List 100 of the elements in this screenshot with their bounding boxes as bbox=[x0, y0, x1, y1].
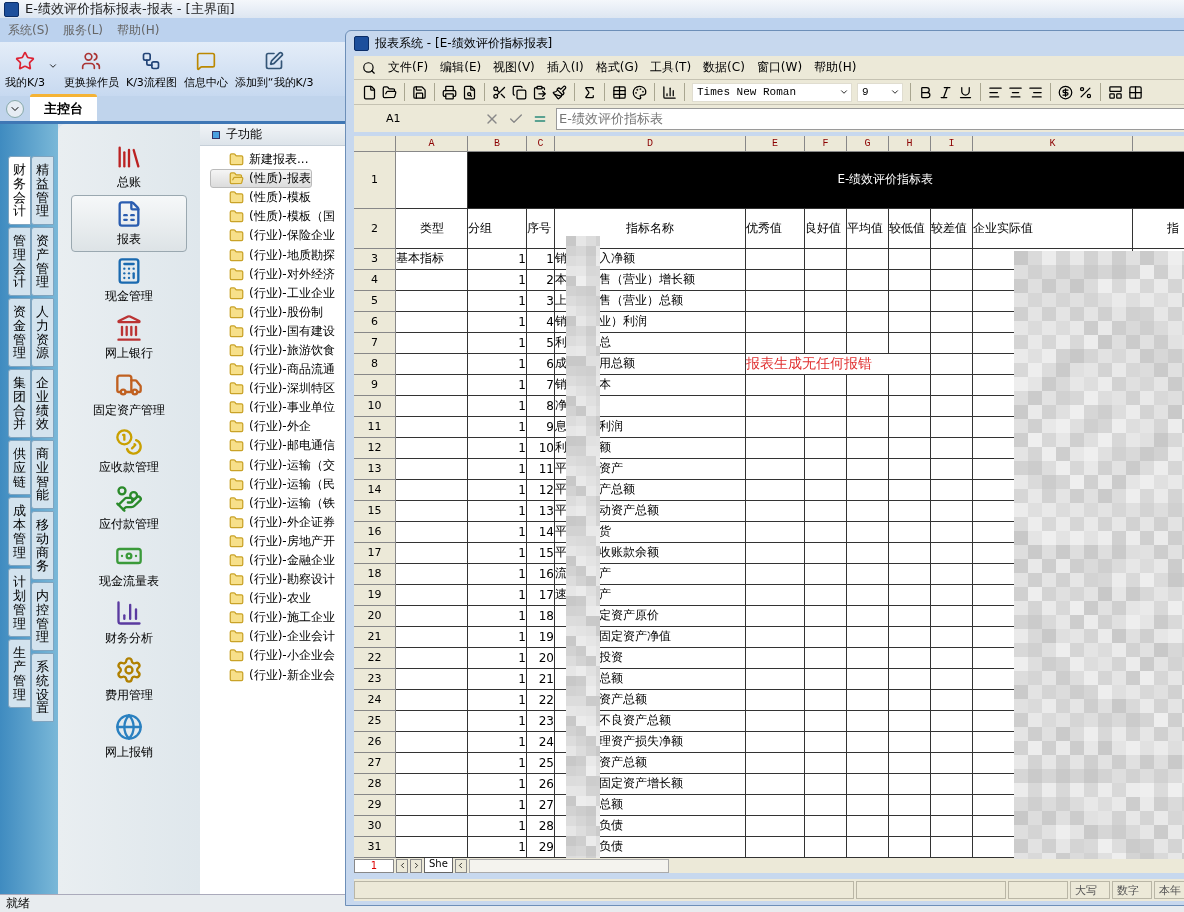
copy-icon[interactable] bbox=[512, 84, 527, 100]
dropdown-button[interactable] bbox=[6, 100, 24, 118]
tree-item[interactable]: (行业)-勘察设计 bbox=[210, 570, 336, 590]
module-tab[interactable]: 企业绩效 bbox=[31, 369, 54, 438]
tree-item[interactable]: (行业)-地质勘探 bbox=[210, 245, 336, 265]
module-tab[interactable]: 成本管理 bbox=[8, 497, 31, 567]
tree-item[interactable]: (行业)-事业单位 bbox=[210, 398, 336, 418]
tree-item[interactable]: (行业)-农业 bbox=[210, 589, 312, 609]
module-button[interactable]: 应付款管理 bbox=[71, 480, 187, 537]
module-tab[interactable]: 系统设置 bbox=[31, 653, 54, 722]
row-number[interactable]: 13 bbox=[354, 458, 396, 480]
row-number[interactable]: 18 bbox=[354, 563, 396, 585]
row-number[interactable]: 24 bbox=[354, 689, 396, 711]
tree-item[interactable]: (行业)-运输（交 bbox=[210, 455, 336, 475]
row-number[interactable]: 25 bbox=[354, 710, 396, 732]
table-icon[interactable] bbox=[612, 84, 627, 100]
module-tab[interactable]: 计划管理 bbox=[8, 568, 31, 638]
row-number[interactable]: 10 bbox=[354, 395, 396, 417]
palette-icon[interactable] bbox=[632, 84, 647, 100]
paste-icon[interactable] bbox=[532, 84, 547, 100]
panel-icon[interactable] bbox=[1108, 84, 1123, 100]
menu-item[interactable]: 工具(T) bbox=[650, 59, 692, 77]
column-header[interactable]: A bbox=[396, 135, 468, 152]
module-tab[interactable]: 商业智能 bbox=[31, 440, 54, 509]
new-file-icon[interactable] bbox=[362, 84, 377, 100]
module-button[interactable]: 固定资产管理 bbox=[71, 366, 187, 423]
font-size-field[interactable]: 9 bbox=[857, 82, 903, 102]
printer-icon[interactable] bbox=[442, 84, 457, 100]
module-button[interactable]: 网上银行 bbox=[71, 309, 187, 366]
row-number[interactable]: 1 bbox=[354, 151, 396, 209]
sheet-tab[interactable]: She bbox=[424, 858, 453, 874]
module-button[interactable]: 现金流量表 bbox=[71, 537, 187, 594]
save-icon[interactable] bbox=[412, 84, 427, 100]
currency-icon[interactable] bbox=[1058, 84, 1073, 100]
caret-icon[interactable] bbox=[47, 61, 58, 71]
cut-icon[interactable] bbox=[492, 84, 507, 100]
tab[interactable]: 主控台 bbox=[30, 94, 97, 121]
row-number[interactable]: 21 bbox=[354, 626, 396, 648]
menu-item[interactable]: 服务(L) bbox=[63, 21, 104, 39]
column-header[interactable]: F bbox=[805, 135, 847, 152]
tree-item[interactable]: (行业)-外企证券 bbox=[210, 512, 336, 532]
tree-item[interactable]: (行业)-房地产开 bbox=[210, 531, 336, 551]
menu-item[interactable]: 帮助(H) bbox=[117, 21, 160, 39]
row-number[interactable]: 16 bbox=[354, 521, 396, 543]
tree-item[interactable]: (行业)-金融企业 bbox=[210, 550, 336, 571]
row-number[interactable]: 20 bbox=[354, 605, 396, 627]
previous-icon[interactable] bbox=[396, 858, 408, 873]
row-number[interactable]: 23 bbox=[354, 668, 396, 690]
tree-item[interactable]: (行业)-外企 bbox=[210, 417, 312, 437]
underline-icon[interactable] bbox=[958, 84, 973, 100]
print-preview-icon[interactable] bbox=[462, 84, 477, 100]
column-header[interactable]: I bbox=[931, 135, 973, 152]
row-number[interactable]: 19 bbox=[354, 584, 396, 606]
row-number[interactable]: 2 bbox=[354, 208, 396, 249]
module-tab[interactable]: 内控管理 bbox=[31, 582, 54, 651]
tree-item[interactable]: (行业)-工业企业 bbox=[210, 283, 336, 303]
horizontal-scrollbar[interactable] bbox=[468, 858, 669, 873]
toolbar-button[interactable]: K/3流程图 bbox=[124, 51, 178, 90]
tree-item[interactable]: (行业)-运输（民 bbox=[210, 474, 336, 494]
italic-icon[interactable] bbox=[938, 84, 953, 100]
row-number[interactable]: 31 bbox=[354, 836, 396, 858]
row-number[interactable]: 3 bbox=[354, 248, 396, 270]
scroll-left-icon[interactable] bbox=[454, 858, 467, 873]
row-number[interactable]: 30 bbox=[354, 815, 396, 837]
grid-icon[interactable] bbox=[1128, 84, 1143, 100]
row-number[interactable]: 17 bbox=[354, 542, 396, 564]
module-button[interactable]: 网上报销 bbox=[71, 708, 187, 765]
column-header[interactable]: G bbox=[847, 135, 889, 152]
tree-item[interactable]: (性质)-模板（国 bbox=[210, 207, 336, 227]
module-button[interactable]: 现金管理 bbox=[71, 252, 187, 309]
row-number[interactable]: 4 bbox=[354, 269, 396, 291]
tree-item[interactable]: (行业)-深圳特区 bbox=[210, 379, 336, 399]
column-header[interactable]: B bbox=[468, 135, 527, 152]
module-tab[interactable]: 供应链 bbox=[8, 440, 31, 496]
tree-item[interactable]: (行业)-保险企业 bbox=[210, 226, 336, 246]
row-number[interactable]: 26 bbox=[354, 731, 396, 753]
align-right-icon[interactable] bbox=[1028, 84, 1043, 100]
bold-icon[interactable] bbox=[918, 84, 933, 100]
row-number[interactable]: 22 bbox=[354, 647, 396, 669]
percent-icon[interactable] bbox=[1078, 84, 1093, 100]
paintbrush-icon[interactable] bbox=[552, 84, 567, 100]
align-center-icon[interactable] bbox=[1008, 84, 1023, 100]
menu-item[interactable]: 系统(S) bbox=[8, 21, 49, 39]
module-tab[interactable]: 集团合并 bbox=[8, 369, 31, 438]
module-tab[interactable]: 生产管理 bbox=[8, 639, 31, 709]
toolbar-button[interactable]: 更换操作员 bbox=[62, 51, 120, 90]
module-tab[interactable]: 财务会计 bbox=[8, 156, 31, 225]
menu-item[interactable]: 文件(F) bbox=[388, 59, 429, 77]
tree-item[interactable]: (行业)-对外经济 bbox=[210, 264, 336, 284]
row-number[interactable]: 27 bbox=[354, 752, 396, 774]
row-number[interactable]: 12 bbox=[354, 437, 396, 459]
formula-field[interactable]: E-绩效评价指标表 bbox=[556, 107, 1184, 130]
align-left-icon[interactable] bbox=[988, 84, 1003, 100]
module-tab[interactable]: 资产管理 bbox=[31, 227, 54, 296]
row-number[interactable]: 6 bbox=[354, 311, 396, 333]
toolbar-button[interactable]: 我的K/3 bbox=[4, 51, 46, 90]
tree-item[interactable]: 新建报表... bbox=[210, 150, 310, 170]
menu-item[interactable]: 插入(I) bbox=[546, 59, 584, 77]
module-button[interactable]: 报表 bbox=[71, 195, 187, 252]
module-tab[interactable]: 资金管理 bbox=[8, 298, 31, 367]
